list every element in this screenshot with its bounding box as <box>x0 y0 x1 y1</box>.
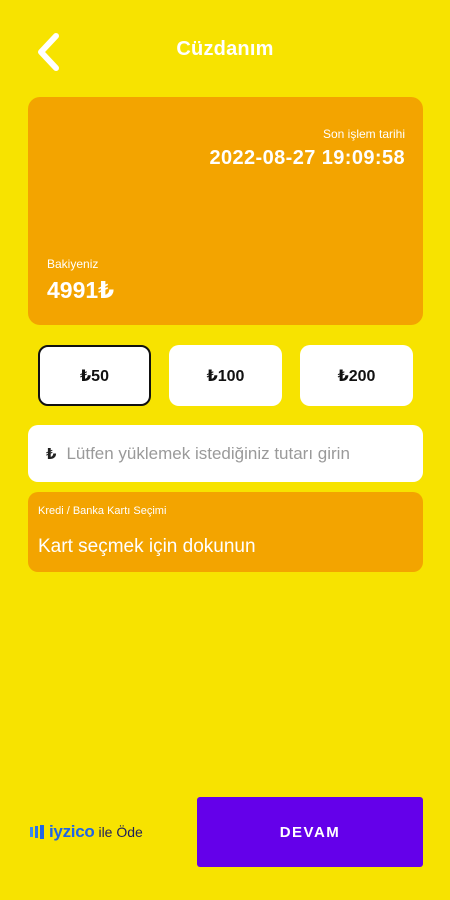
continue-button[interactable]: DEVAM <box>197 797 423 867</box>
card-select-label: Kredi / Banka Kartı Seçimi <box>38 505 167 517</box>
amount-option-100[interactable]: ₺100 <box>169 345 282 406</box>
balance-label: Bakiyeniz <box>47 257 99 271</box>
card-select-prompt: Kart seçmek için dokunun <box>38 536 256 557</box>
last-transaction-value: 2022-08-27 19:09:58 <box>209 147 405 169</box>
iyzico-mark-icon <box>30 825 46 839</box>
iyzico-brand: iyzico <box>49 822 95 841</box>
last-transaction-label: Son işlem tarihi <box>322 127 405 141</box>
iyzico-suffix: ile Öde <box>98 824 143 840</box>
amount-option-50[interactable]: ₺50 <box>38 345 151 406</box>
custom-amount-input[interactable] <box>66 443 397 464</box>
card-select-button[interactable]: Kredi / Banka Kartı Seçimi Kart seçmek i… <box>28 492 423 572</box>
page-title: Cüzdanım <box>176 38 274 60</box>
balance-value: 4991₺ <box>47 277 115 303</box>
wallet-card: Son işlem tarihi 2022-08-27 19:09:58 Bak… <box>28 97 423 325</box>
iyzico-logo: iyzico ile Öde <box>30 818 143 846</box>
amount-option-200[interactable]: ₺200 <box>300 345 413 406</box>
lira-icon: ₺ <box>46 445 57 463</box>
custom-amount-field[interactable]: ₺ <box>28 425 423 482</box>
